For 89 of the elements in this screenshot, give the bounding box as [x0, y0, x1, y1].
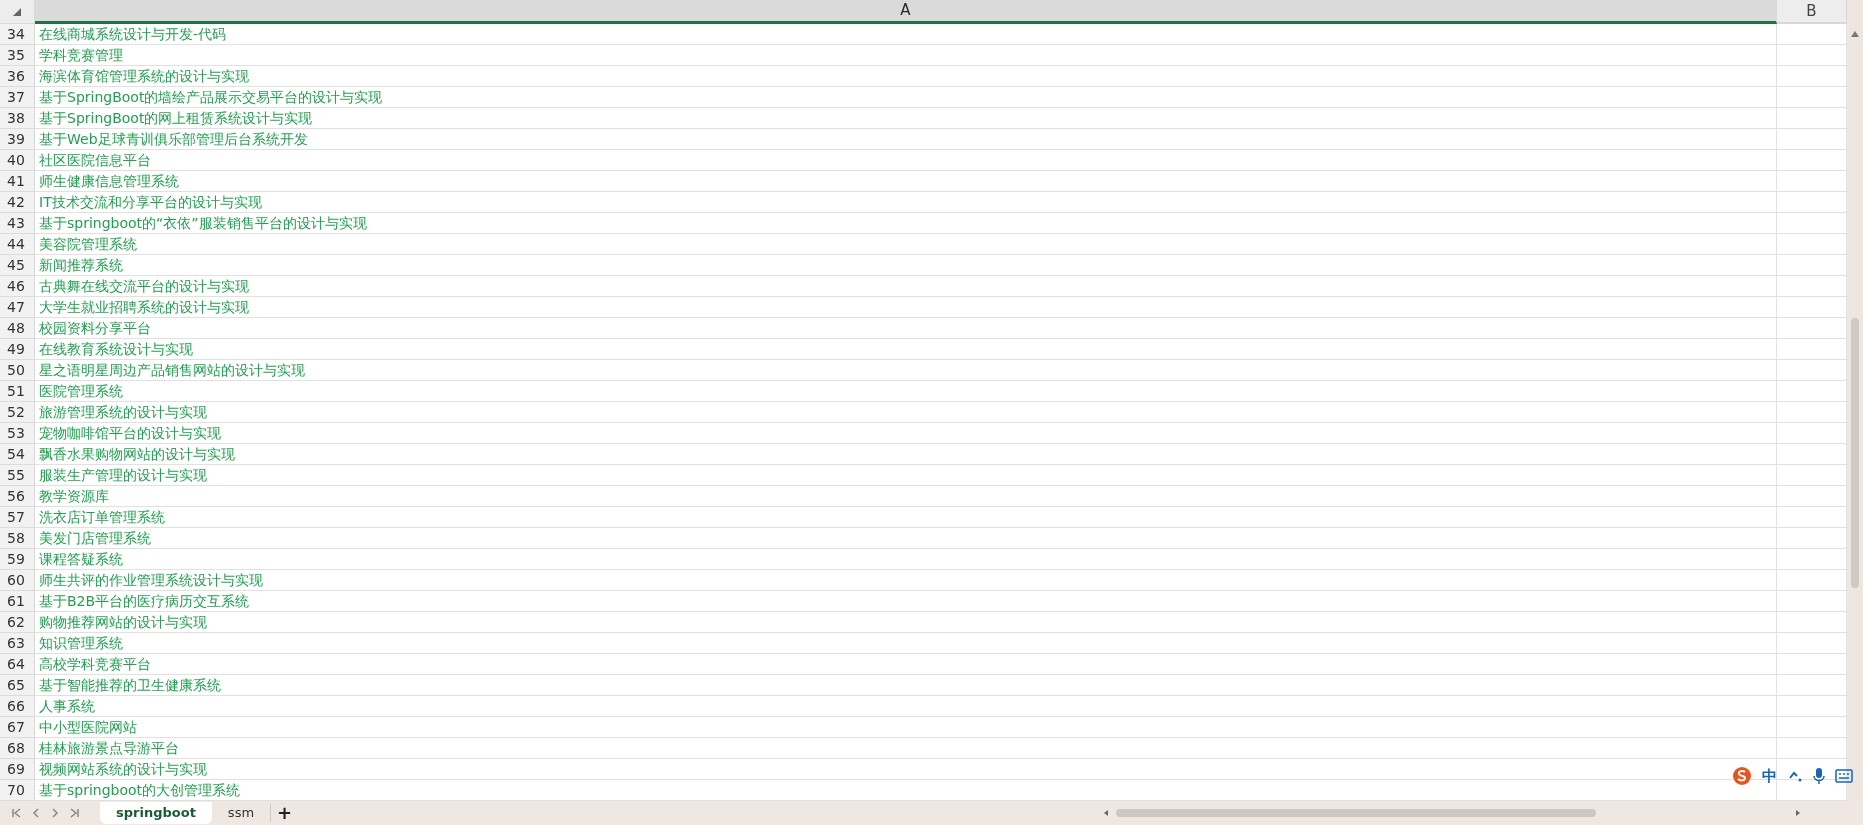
row-header[interactable]: 67	[0, 717, 35, 738]
cell-text: 视频网站系统的设计与实现	[39, 759, 207, 779]
row-header[interactable]: 43	[0, 213, 35, 234]
cell-text: 基于springboot的“衣依”服装销售平台的设计与实现	[39, 213, 367, 233]
row-header[interactable]: 66	[0, 696, 35, 717]
row-header[interactable]: 68	[0, 738, 35, 759]
row-header[interactable]: 65	[0, 675, 35, 696]
row-header[interactable]: 60	[0, 570, 35, 591]
cell-text: 基于B2B平台的医疗病历交互系统	[39, 591, 250, 611]
cell-text: 学科竞赛管理	[39, 45, 123, 65]
row-header[interactable]: 47	[0, 297, 35, 318]
cell-text: 在线教育系统设计与实现	[39, 339, 193, 359]
row-header[interactable]: 54	[0, 444, 35, 465]
row-header[interactable]: 69	[0, 759, 35, 780]
row-header[interactable]: 51	[0, 381, 35, 402]
scroll-thumb[interactable]	[1116, 809, 1596, 817]
cell-text: 旅游管理系统的设计与实现	[39, 402, 207, 422]
column-header[interactable]: A	[35, 0, 1777, 24]
cell-text: IT技术交流和分享平台的设计与实现	[39, 192, 262, 212]
cell-text: 教学资源库	[39, 486, 109, 506]
cell-text: 基于SpringBoot的墙绘产品展示交易平台的设计与实现	[39, 87, 383, 107]
row-header[interactable]: 44	[0, 234, 35, 255]
cell-text: 课程答疑系统	[39, 549, 123, 569]
microphone-icon[interactable]	[1813, 766, 1825, 785]
cell-text: 中小型医院网站	[39, 717, 137, 737]
row-header[interactable]: 48	[0, 318, 35, 339]
row-header[interactable]: 45	[0, 255, 35, 276]
cell-text: 高校学科竞赛平台	[39, 654, 151, 674]
scroll-thumb[interactable]	[1851, 318, 1859, 588]
row-header[interactable]: 56	[0, 486, 35, 507]
cell-text: 在线商城系统设计与开发-代码	[39, 24, 227, 44]
input-mode-label[interactable]: 中	[1762, 764, 1777, 787]
row-header[interactable]: 55	[0, 465, 35, 486]
cell-text: 古典舞在线交流平台的设计与实现	[39, 276, 249, 296]
cell-text: 知识管理系统	[39, 633, 123, 653]
cell-text: 桂林旅游景点导游平台	[39, 738, 179, 758]
cell-text: 星之语明星周边产品销售网站的设计与实现	[39, 360, 305, 380]
cell-text: 师生共评的作业管理系统设计与实现	[39, 570, 263, 590]
row-header[interactable]: 58	[0, 528, 35, 549]
row-header[interactable]: 37	[0, 87, 35, 108]
cell-text: 飘香水果购物网站的设计与实现	[39, 444, 235, 464]
cell-text: 新闻推荐系统	[39, 255, 123, 275]
row-header[interactable]: 70	[0, 780, 35, 801]
column-header[interactable]: B	[1777, 0, 1847, 24]
row-header[interactable]: 52	[0, 402, 35, 423]
row-header[interactable]: 63	[0, 633, 35, 654]
row-header[interactable]: 50	[0, 360, 35, 381]
cell-text: 社区医院信息平台	[39, 150, 151, 170]
sheet-tab[interactable]: springboot	[100, 802, 212, 824]
row-header[interactable]: 61	[0, 591, 35, 612]
row-header[interactable]: 64	[0, 654, 35, 675]
add-sheet-button[interactable]: +	[270, 804, 299, 822]
row-header[interactable]: 46	[0, 276, 35, 297]
row-header[interactable]: 42	[0, 192, 35, 213]
keyboard-icon[interactable]	[1835, 768, 1853, 783]
row-header[interactable]: 59	[0, 549, 35, 570]
row-header[interactable]: 41	[0, 171, 35, 192]
row-header[interactable]: 35	[0, 45, 35, 66]
cell-text: 海滨体育馆管理系统的设计与实现	[39, 66, 249, 86]
cell-text: 基于智能推荐的卫生健康系统	[39, 675, 221, 695]
cell-text: 大学生就业招聘系统的设计与实现	[39, 297, 249, 317]
cell-text: 美发门店管理系统	[39, 528, 151, 548]
cell-text: 基于SpringBoot的网上租赁系统设计与实现	[39, 108, 313, 128]
cell-text: 美容院管理系统	[39, 234, 137, 254]
row-header[interactable]: 34	[0, 24, 35, 45]
cell-text: 宠物咖啡馆平台的设计与实现	[39, 423, 221, 443]
row-header[interactable]: 57	[0, 507, 35, 528]
select-all-icon[interactable]	[13, 8, 21, 16]
cell-text: 师生健康信息管理系统	[39, 171, 179, 191]
row-header[interactable]: 39	[0, 129, 35, 150]
row-header[interactable]: 62	[0, 612, 35, 633]
row-header[interactable]: 40	[0, 150, 35, 171]
input-method-logo-icon[interactable]	[1732, 765, 1752, 786]
cell-text: 基于springboot的大创管理系统	[39, 780, 241, 800]
cell-text: 基于Web足球青训俱乐部管理后台系统开发	[39, 129, 308, 149]
cell-text: 人事系统	[39, 696, 95, 716]
sheet-tab[interactable]: ssm	[211, 802, 271, 824]
cell-text: 校园资料分享平台	[39, 318, 151, 338]
cell-text: 服装生产管理的设计与实现	[39, 465, 207, 485]
row-header[interactable]: 36	[0, 66, 35, 87]
cell-text: 洗衣店订单管理系统	[39, 507, 165, 527]
cell-text: 医院管理系统	[39, 381, 123, 401]
row-header[interactable]: 53	[0, 423, 35, 444]
row-header[interactable]: 38	[0, 108, 35, 129]
scroll-up-icon[interactable]	[1850, 29, 1860, 39]
scroll-right-icon[interactable]	[1794, 809, 1802, 817]
row-header[interactable]: 49	[0, 339, 35, 360]
cell-text: 购物推荐网站的设计与实现	[39, 612, 207, 632]
scroll-left-icon[interactable]	[1102, 809, 1110, 817]
